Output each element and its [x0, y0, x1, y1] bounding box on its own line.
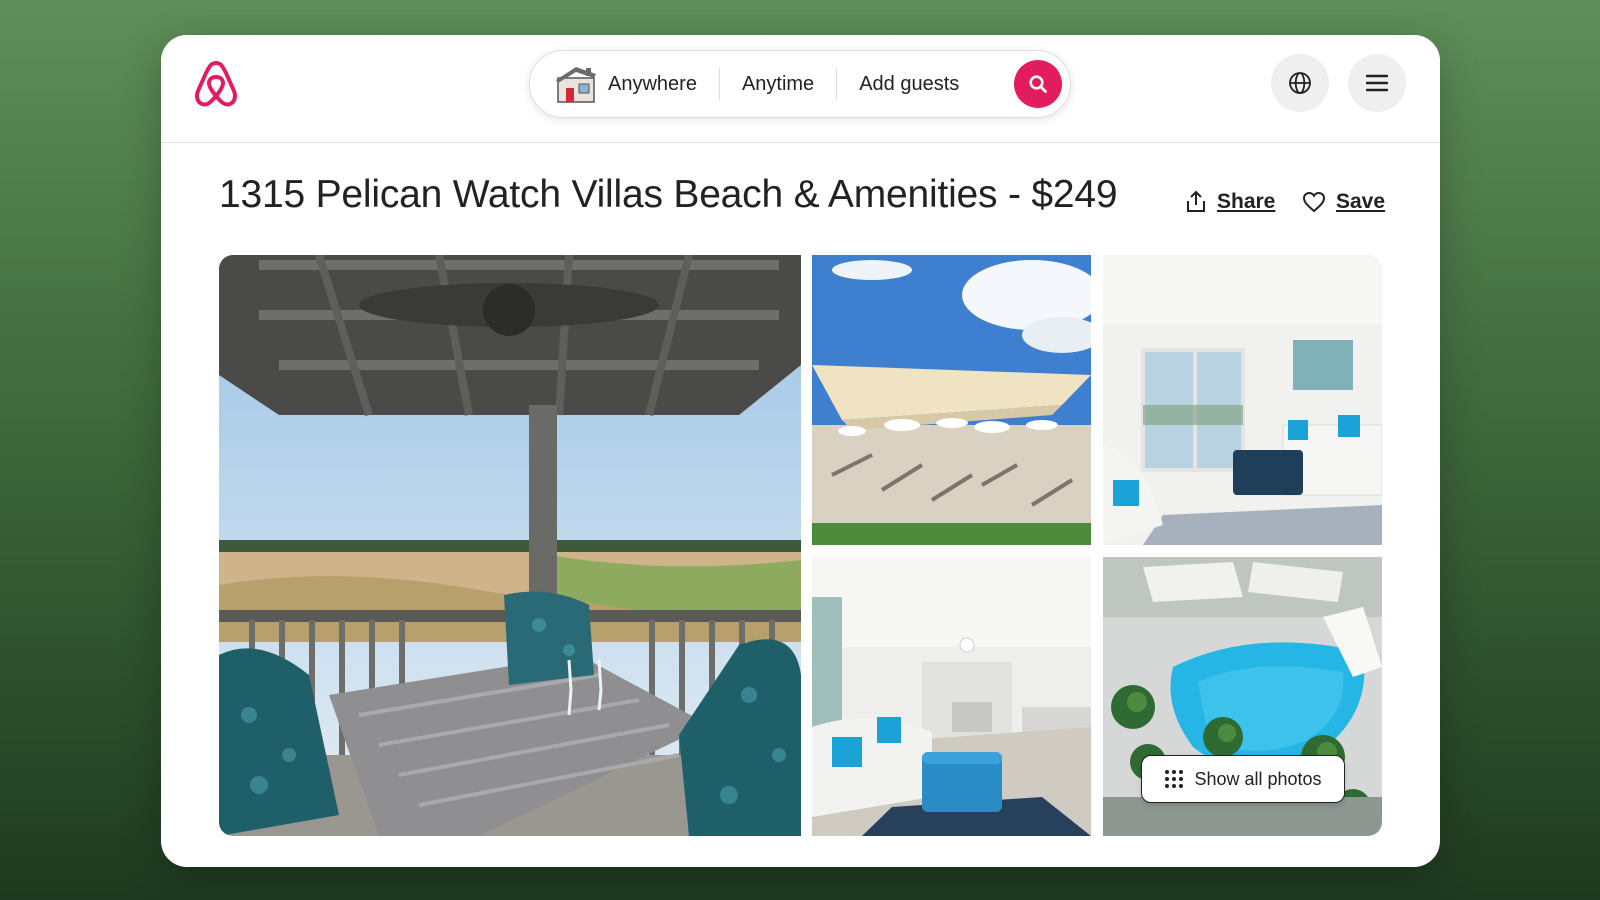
search-icon: [1029, 75, 1047, 93]
photo-gallery: [219, 255, 1382, 836]
share-label: Share: [1217, 190, 1276, 213]
top-navigation-bar: Anywhere Anytime Add guests: [161, 35, 1440, 143]
save-label: Save: [1336, 190, 1386, 213]
globe-icon: [1289, 72, 1311, 94]
search-bar[interactable]: Anywhere Anytime Add guests: [529, 50, 1071, 118]
share-button[interactable]: Share: [1185, 190, 1275, 214]
search-when[interactable]: Anytime: [720, 73, 836, 96]
main-menu-button[interactable]: [1348, 54, 1406, 112]
save-button[interactable]: Save: [1302, 190, 1385, 214]
photo-beach-loungers[interactable]: [812, 255, 1091, 545]
language-button[interactable]: [1271, 54, 1329, 112]
main-photo-balcony[interactable]: [219, 255, 801, 836]
show-all-photos-label: Show all photos: [1194, 768, 1322, 789]
photo-interior-ottoman[interactable]: [812, 557, 1091, 836]
search-where[interactable]: Anywhere: [598, 73, 719, 96]
grid-dots-icon: [1165, 770, 1184, 788]
photo-living-room[interactable]: [1103, 255, 1382, 545]
listing-title: 1315 Pelican Watch Villas Beach & Amenit…: [219, 173, 1118, 216]
search-button[interactable]: [1014, 60, 1062, 108]
search-guests[interactable]: Add guests: [837, 73, 981, 96]
share-icon: [1187, 190, 1205, 212]
heart-icon: [1302, 191, 1326, 213]
show-all-photos-button[interactable]: Show all photos: [1141, 755, 1345, 803]
airbnb-logo-icon[interactable]: [193, 59, 239, 109]
house-icon: [556, 67, 596, 103]
browser-window: Anywhere Anytime Add guests 1315 Pelican…: [161, 35, 1440, 867]
hamburger-menu-icon: [1366, 74, 1388, 92]
